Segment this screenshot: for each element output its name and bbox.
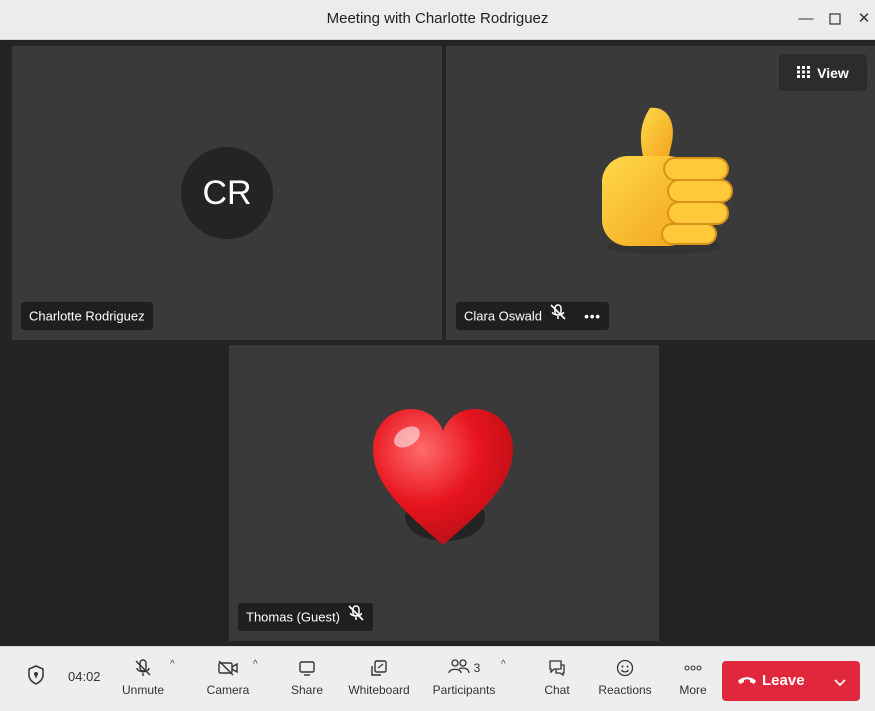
- minimize-icon[interactable]: —: [793, 0, 819, 40]
- whiteboard-icon: [346, 655, 412, 681]
- participants-button[interactable]: 3 Participants: [430, 655, 498, 697]
- unmute-button[interactable]: Unmute: [118, 655, 168, 697]
- more-options-icon[interactable]: •••: [584, 309, 601, 324]
- mic-muted-icon: [549, 303, 567, 331]
- video-stage: CR Charlotte Rodriguez View Clara Oswald…: [0, 40, 875, 646]
- share-label: Share: [290, 683, 324, 697]
- camera-off-icon: [203, 655, 253, 681]
- leave-label: Leave: [762, 672, 805, 689]
- participants-label: Participants: [432, 683, 496, 697]
- share-screen-icon: [288, 655, 326, 681]
- ellipsis-icon: [676, 655, 710, 681]
- mic-muted-icon: [347, 604, 365, 632]
- security-shield-icon[interactable]: [27, 665, 45, 688]
- participant-name-tag: Thomas (Guest): [238, 603, 373, 631]
- participant-name-tag: Clara Oswald •••: [456, 302, 609, 330]
- chevron-up-icon[interactable]: ^: [253, 659, 258, 670]
- participants-count: 3: [473, 661, 481, 675]
- meeting-timer: 04:02: [68, 669, 101, 684]
- participants-icon: [448, 658, 470, 679]
- video-tile-charlotte[interactable]: CR Charlotte Rodriguez: [12, 46, 442, 340]
- whiteboard-label: Whiteboard: [348, 683, 410, 697]
- more-label: More: [679, 683, 707, 697]
- reactions-button[interactable]: Reactions: [596, 655, 654, 697]
- chevron-up-icon[interactable]: ^: [501, 659, 506, 670]
- thumbs-up-icon: [584, 98, 744, 263]
- window-title: Meeting with Charlotte Rodriguez: [326, 10, 549, 27]
- participant-name: Charlotte Rodriguez: [29, 308, 145, 324]
- title-bar: Meeting with Charlotte Rodriguez — ✕: [0, 0, 875, 40]
- close-icon[interactable]: ✕: [851, 0, 875, 40]
- participant-name: Clara Oswald: [464, 308, 543, 324]
- avatar: CR: [181, 147, 273, 239]
- video-tile-thomas[interactable]: Thomas (Guest): [229, 345, 659, 641]
- smiley-icon: [596, 655, 654, 681]
- camera-button[interactable]: Camera: [203, 655, 253, 697]
- share-button[interactable]: Share: [288, 655, 326, 697]
- unmute-label: Unmute: [121, 683, 165, 697]
- chat-label: Chat: [544, 683, 570, 697]
- chat-button[interactable]: Chat: [540, 655, 574, 697]
- whiteboard-button[interactable]: Whiteboard: [346, 655, 412, 697]
- reactions-label: Reactions: [598, 683, 652, 697]
- chevron-up-icon[interactable]: ^: [170, 659, 175, 670]
- camera-label: Camera: [206, 683, 250, 697]
- chevron-down-icon[interactable]: [834, 675, 846, 693]
- view-button[interactable]: View: [779, 54, 867, 91]
- video-tile-clara[interactable]: View Clara Oswald •••: [446, 46, 875, 340]
- heart-icon: [369, 405, 517, 556]
- leave-button[interactable]: Leave: [722, 661, 860, 701]
- phone-hangup-icon: [737, 674, 757, 693]
- maximize-icon[interactable]: [822, 0, 848, 40]
- participant-name-tag: Charlotte Rodriguez: [21, 302, 153, 330]
- participant-name: Thomas (Guest): [246, 609, 340, 625]
- view-label: View: [817, 64, 849, 81]
- more-button[interactable]: More: [676, 655, 710, 697]
- mic-off-icon: [118, 655, 168, 681]
- meeting-toolbar: 04:02 Unmute ^ Camera ^ Share Whiteboard: [0, 646, 875, 711]
- chat-icon: [540, 655, 574, 681]
- grid-icon: [797, 55, 811, 92]
